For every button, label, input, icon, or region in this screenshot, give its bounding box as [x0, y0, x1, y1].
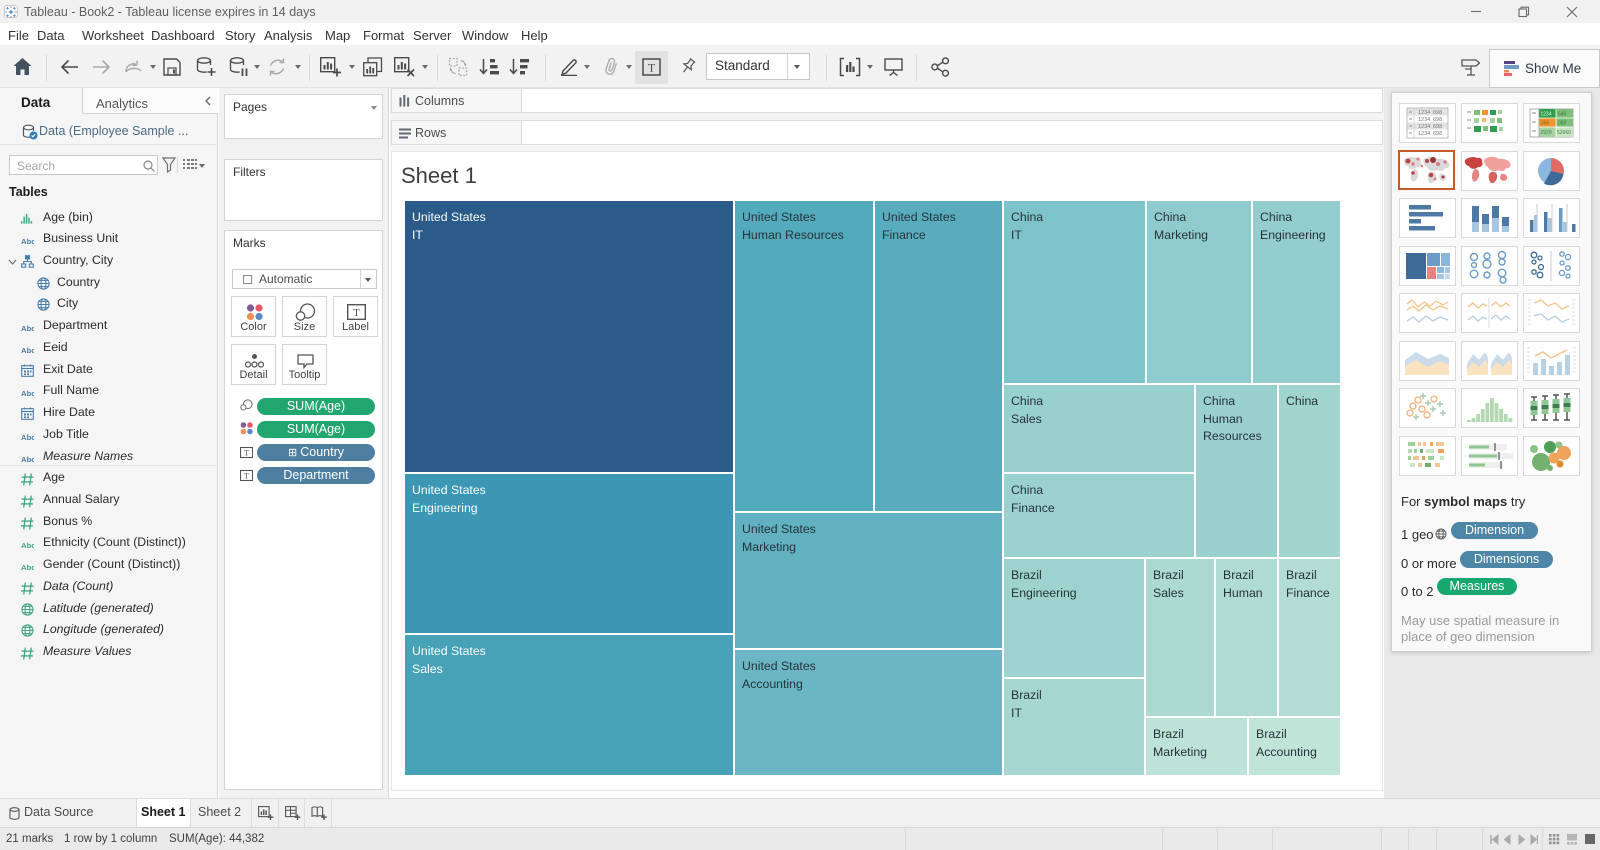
- svg-text:546: 546: [1558, 112, 1567, 118]
- svg-text:Abc: Abc: [21, 433, 34, 442]
- svg-text:366: 366: [1541, 121, 1550, 127]
- svg-text:1234: 1234: [1418, 124, 1430, 130]
- svg-text:Abc: Abc: [21, 237, 34, 246]
- svg-text:Abc: Abc: [21, 454, 34, 463]
- svg-text:52660: 52660: [1557, 130, 1571, 136]
- svg-text:Abc: Abc: [21, 389, 34, 398]
- svg-text:T: T: [244, 472, 249, 481]
- svg-text:698: 698: [1433, 110, 1442, 116]
- svg-text:698: 698: [1433, 131, 1442, 137]
- svg-text:698: 698: [1433, 117, 1442, 123]
- svg-text:2929: 2929: [1541, 130, 1552, 136]
- svg-text:T: T: [648, 61, 656, 75]
- svg-text:T: T: [353, 307, 360, 319]
- svg-text:Abc: Abc: [21, 541, 34, 550]
- svg-text:Abc: Abc: [21, 324, 34, 333]
- svg-text:Abc: Abc: [21, 563, 34, 572]
- svg-text:698: 698: [1433, 124, 1442, 130]
- svg-text:1234: 1234: [1418, 110, 1430, 116]
- svg-text:1234: 1234: [1541, 112, 1552, 118]
- svg-text:Abc: Abc: [21, 346, 34, 355]
- svg-text:1234: 1234: [1418, 131, 1430, 137]
- svg-text:1234: 1234: [1418, 117, 1430, 123]
- svg-text:T: T: [244, 449, 249, 458]
- svg-text:088: 088: [1558, 121, 1567, 127]
